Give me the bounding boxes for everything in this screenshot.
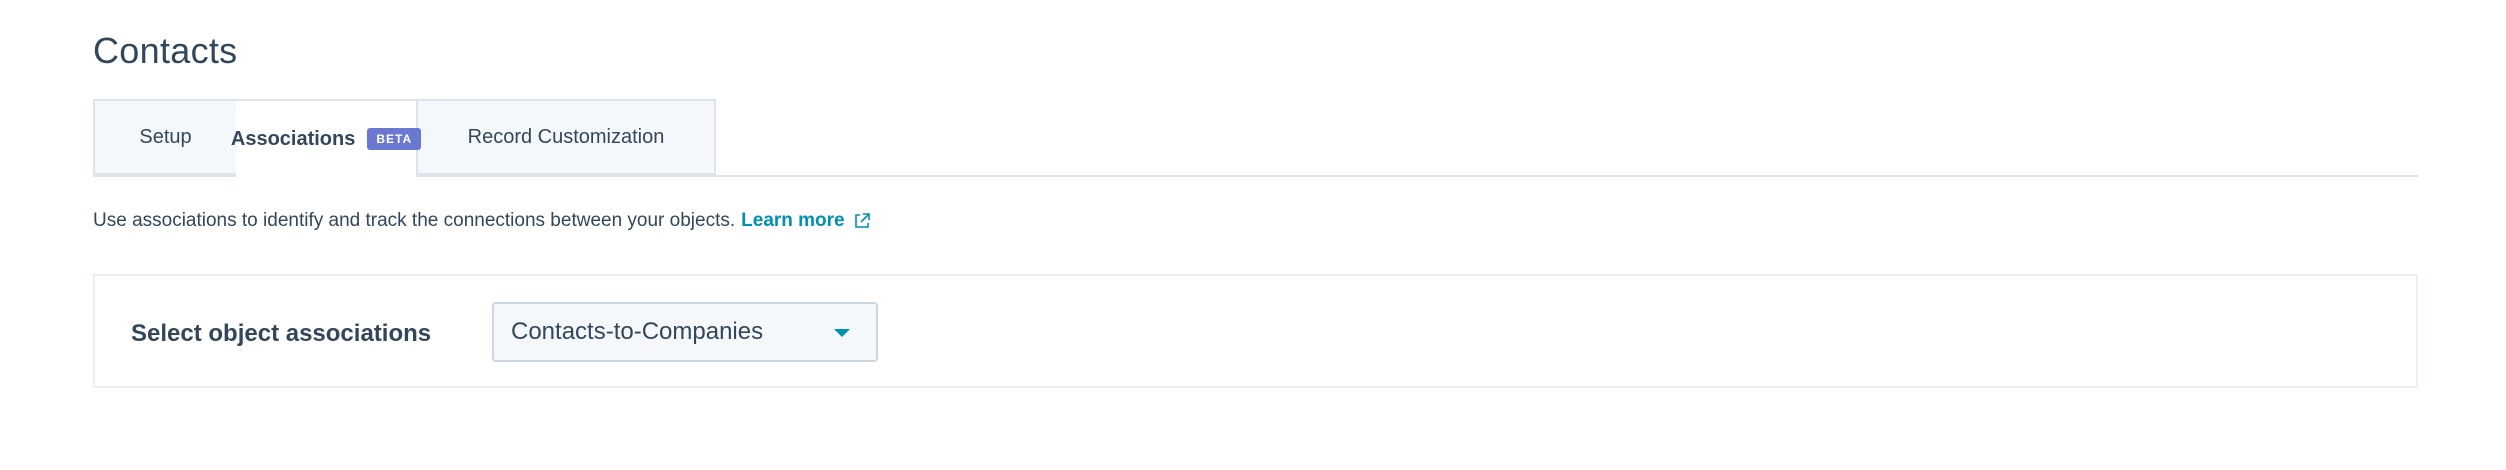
page-title: Contacts — [93, 30, 238, 71]
tab-record-customization-label: Record Customization — [467, 125, 665, 148]
tab-setup[interactable]: Setup — [93, 99, 238, 175]
settings-page: Contacts Setup Associations BETA Record … — [0, 0, 2506, 470]
learn-more-link[interactable]: Learn more — [741, 210, 844, 232]
beta-badge: BETA — [367, 128, 422, 150]
associations-panel: Select object associations Contacts-to-C… — [93, 274, 2418, 388]
description-line: Use associations to identify and track t… — [93, 210, 871, 232]
description-text: Use associations to identify and track t… — [93, 210, 736, 231]
tab-bar: Setup Associations BETA Record Customiza… — [93, 99, 2418, 177]
tab-associations[interactable]: Associations BETA — [231, 99, 422, 177]
tab-setup-label: Setup — [139, 125, 192, 148]
tab-bar-divider — [93, 175, 2418, 177]
dropdown-selected-value: Contacts-to-Companies — [511, 318, 764, 345]
object-associations-dropdown[interactable]: Contacts-to-Companies — [492, 302, 878, 362]
external-link-icon[interactable] — [853, 212, 871, 230]
tab-record-customization[interactable]: Record Customization — [416, 99, 716, 175]
tab-associations-label: Associations — [230, 127, 356, 150]
object-associations-label: Select object associations — [131, 320, 432, 347]
caret-down-icon — [834, 329, 850, 337]
learn-more-label: Learn more — [741, 210, 845, 231]
